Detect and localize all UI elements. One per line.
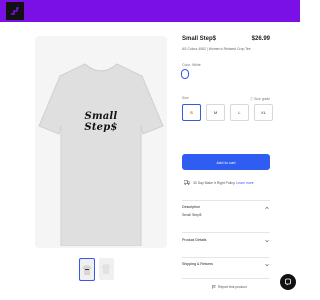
shirt-print-line2: Step$ xyxy=(84,122,118,133)
thumbnail-1[interactable] xyxy=(79,258,95,281)
flag-icon xyxy=(212,285,216,289)
description-body: Small Step$ xyxy=(182,213,202,217)
size-option-m[interactable]: M xyxy=(206,104,225,121)
thumbnail-strip xyxy=(79,258,114,281)
top-bar xyxy=(0,0,300,22)
learn-more-link[interactable]: Learn more xyxy=(236,181,253,185)
size-label: Size xyxy=(182,96,189,100)
product-price: $26.99 xyxy=(251,36,270,42)
shipping-returns-title[interactable]: Shipping & Returns xyxy=(182,262,213,266)
truck-icon xyxy=(184,180,190,185)
chat-icon xyxy=(285,278,291,286)
logo-icon[interactable] xyxy=(6,2,24,20)
add-to-cart-button[interactable]: Add to cart xyxy=(182,154,270,170)
size-guide-link[interactable]: ⓘ Size guide xyxy=(250,96,270,101)
product-title: Small Step$ xyxy=(182,36,217,42)
size-guide-label: Size guide xyxy=(254,97,270,101)
product-subtitle: AS Colour 4062 | Women's Relaxed Crop Te… xyxy=(182,47,251,51)
chevron-down-icon[interactable] xyxy=(265,239,269,243)
thumbnail-2[interactable] xyxy=(99,258,114,280)
description-title[interactable]: Description xyxy=(182,205,200,209)
chevron-up-icon[interactable] xyxy=(265,206,269,210)
size-option-s[interactable]: S xyxy=(182,104,201,121)
returns-policy: 30 Day Make It Right Policy. Learn more xyxy=(193,181,254,185)
shirt-print-line1: Small xyxy=(84,111,118,122)
divider xyxy=(182,278,270,279)
tshirt-image xyxy=(38,63,164,246)
tshirt-thumbnail-icon xyxy=(101,264,111,274)
product-details-title[interactable]: Product Details xyxy=(182,238,206,242)
color-swatch-white[interactable] xyxy=(181,69,189,79)
tshirt-thumbnail-icon xyxy=(82,265,92,275)
divider xyxy=(182,200,270,201)
report-product-label: Report this product xyxy=(218,285,247,289)
size-option-l[interactable]: L xyxy=(230,104,249,121)
chat-button[interactable] xyxy=(280,274,296,290)
divider xyxy=(182,232,270,233)
divider xyxy=(182,257,270,258)
size-selector: S M L XL xyxy=(182,104,273,121)
color-label: Color: White xyxy=(182,63,201,67)
chevron-down-icon[interactable] xyxy=(265,263,269,267)
product-image: Small Step$ xyxy=(35,36,167,248)
size-option-xl[interactable]: XL xyxy=(254,104,273,121)
returns-policy-text: 30 Day Make It Right Policy. xyxy=(193,181,236,185)
report-product-link[interactable]: Report this product xyxy=(212,285,247,289)
